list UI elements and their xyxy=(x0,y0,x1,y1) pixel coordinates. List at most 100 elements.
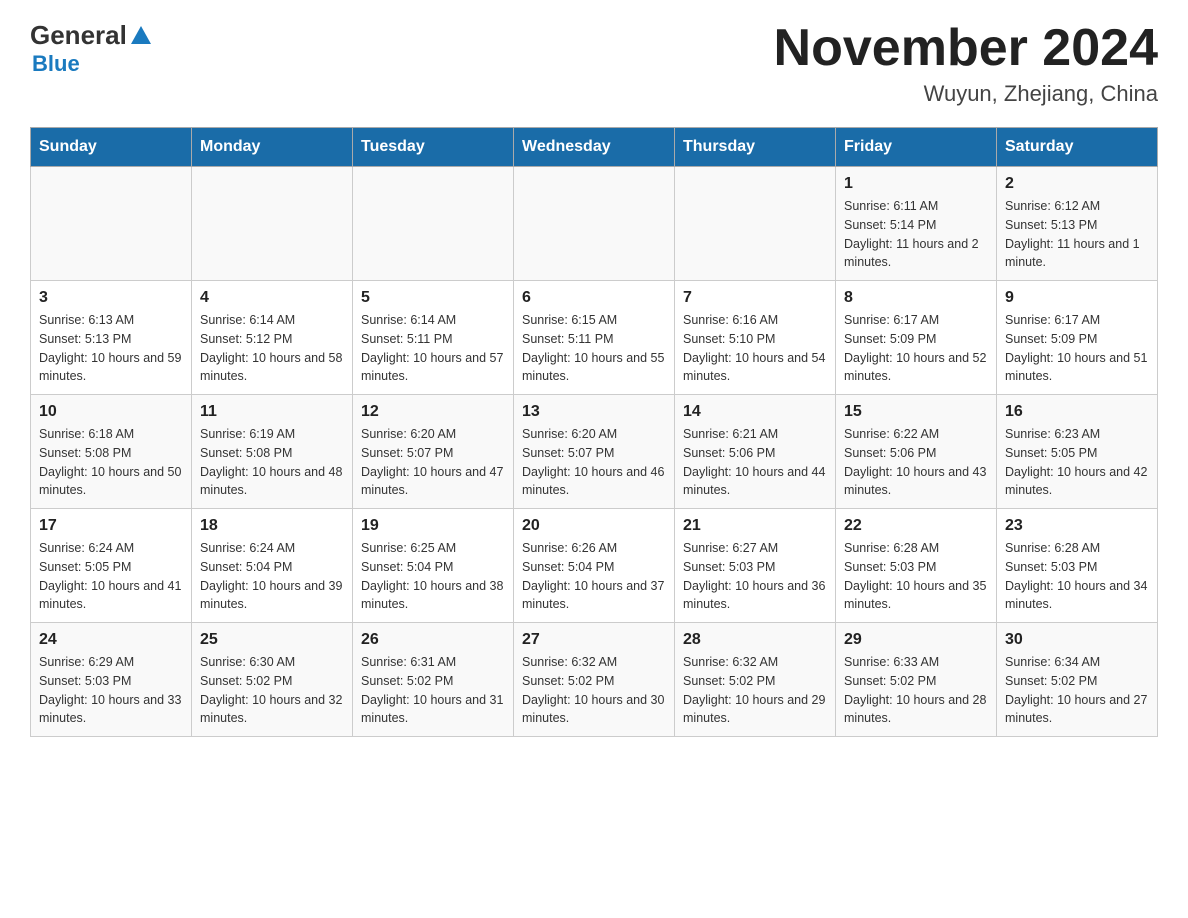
table-row: 7 Sunrise: 6:16 AMSunset: 5:10 PMDaylight… xyxy=(675,281,836,395)
day-info: Sunrise: 6:18 AMSunset: 5:08 PMDaylight:… xyxy=(39,425,183,500)
day-number: 7 xyxy=(683,289,827,307)
day-info: Sunrise: 6:13 AMSunset: 5:13 PMDaylight:… xyxy=(39,311,183,386)
day-number: 9 xyxy=(1005,289,1149,307)
table-row: 25 Sunrise: 6:30 AMSunset: 5:02 PMDayligh… xyxy=(192,623,353,737)
logo-blue-text: Blue xyxy=(32,51,80,77)
table-row: 18 Sunrise: 6:24 AMSunset: 5:04 PMDayligh… xyxy=(192,509,353,623)
table-row: 10 Sunrise: 6:18 AMSunset: 5:08 PMDayligh… xyxy=(31,395,192,509)
day-number: 18 xyxy=(200,517,344,535)
day-number: 8 xyxy=(844,289,988,307)
table-row: 1 Sunrise: 6:11 AMSunset: 5:14 PMDaylight… xyxy=(836,167,997,281)
table-row: 28 Sunrise: 6:32 AMSunset: 5:02 PMDayligh… xyxy=(675,623,836,737)
table-row: 11 Sunrise: 6:19 AMSunset: 5:08 PMDayligh… xyxy=(192,395,353,509)
table-row: 27 Sunrise: 6:32 AMSunset: 5:02 PMDayligh… xyxy=(514,623,675,737)
calendar-week-row: 10 Sunrise: 6:18 AMSunset: 5:08 PMDayligh… xyxy=(31,395,1158,509)
day-number: 3 xyxy=(39,289,183,307)
day-info: Sunrise: 6:32 AMSunset: 5:02 PMDaylight:… xyxy=(522,653,666,728)
table-row: 2 Sunrise: 6:12 AMSunset: 5:13 PMDaylight… xyxy=(997,167,1158,281)
day-number: 11 xyxy=(200,403,344,421)
day-info: Sunrise: 6:31 AMSunset: 5:02 PMDaylight:… xyxy=(361,653,505,728)
day-info: Sunrise: 6:11 AMSunset: 5:14 PMDaylight:… xyxy=(844,197,988,272)
calendar-week-row: 1 Sunrise: 6:11 AMSunset: 5:14 PMDaylight… xyxy=(31,167,1158,281)
day-number: 30 xyxy=(1005,631,1149,649)
day-number: 5 xyxy=(361,289,505,307)
day-number: 20 xyxy=(522,517,666,535)
day-number: 15 xyxy=(844,403,988,421)
col-saturday: Saturday xyxy=(997,128,1158,167)
day-number: 28 xyxy=(683,631,827,649)
col-tuesday: Tuesday xyxy=(353,128,514,167)
table-row xyxy=(353,167,514,281)
calendar-table: Sunday Monday Tuesday Wednesday Thursday… xyxy=(30,127,1158,737)
day-number: 6 xyxy=(522,289,666,307)
logo: General Blue xyxy=(30,20,151,77)
day-info: Sunrise: 6:19 AMSunset: 5:08 PMDaylight:… xyxy=(200,425,344,500)
logo-general-text: General xyxy=(30,20,127,51)
day-info: Sunrise: 6:28 AMSunset: 5:03 PMDaylight:… xyxy=(1005,539,1149,614)
day-info: Sunrise: 6:23 AMSunset: 5:05 PMDaylight:… xyxy=(1005,425,1149,500)
table-row: 15 Sunrise: 6:22 AMSunset: 5:06 PMDayligh… xyxy=(836,395,997,509)
day-number: 2 xyxy=(1005,175,1149,193)
table-row: 17Sunrise: 6:24 AMSunset: 5:05 PMDayligh… xyxy=(31,509,192,623)
table-row: 29Sunrise: 6:33 AMSunset: 5:02 PMDayligh… xyxy=(836,623,997,737)
logo-triangle-icon xyxy=(131,26,151,44)
page-header: General Blue November 2024 Wuyun, Zhejia… xyxy=(30,20,1158,107)
day-info: Sunrise: 6:14 AMSunset: 5:11 PMDaylight:… xyxy=(361,311,505,386)
title-section: November 2024 Wuyun, Zhejiang, China xyxy=(774,20,1158,107)
col-sunday: Sunday xyxy=(31,128,192,167)
calendar-week-row: 3 Sunrise: 6:13 AMSunset: 5:13 PMDaylight… xyxy=(31,281,1158,395)
table-row: 9 Sunrise: 6:17 AMSunset: 5:09 PMDaylight… xyxy=(997,281,1158,395)
day-number: 12 xyxy=(361,403,505,421)
table-row: 30 Sunrise: 6:34 AMSunset: 5:02 PMDayligh… xyxy=(997,623,1158,737)
day-number: 21 xyxy=(683,517,827,535)
calendar-header-row: Sunday Monday Tuesday Wednesday Thursday… xyxy=(31,128,1158,167)
table-row: 22 Sunrise: 6:28 AMSunset: 5:03 PMDayligh… xyxy=(836,509,997,623)
day-info: Sunrise: 6:17 AMSunset: 5:09 PMDaylight:… xyxy=(1005,311,1149,386)
day-info: Sunrise: 6:12 AMSunset: 5:13 PMDaylight:… xyxy=(1005,197,1149,272)
day-info: Sunrise: 6:32 AMSunset: 5:02 PMDaylight:… xyxy=(683,653,827,728)
col-friday: Friday xyxy=(836,128,997,167)
day-number: 23 xyxy=(1005,517,1149,535)
day-info: Sunrise: 6:28 AMSunset: 5:03 PMDaylight:… xyxy=(844,539,988,614)
table-row: 16Sunrise: 6:23 AMSunset: 5:05 PMDayligh… xyxy=(997,395,1158,509)
day-number: 4 xyxy=(200,289,344,307)
day-info: Sunrise: 6:34 AMSunset: 5:02 PMDaylight:… xyxy=(1005,653,1149,728)
day-info: Sunrise: 6:15 AMSunset: 5:11 PMDaylight:… xyxy=(522,311,666,386)
col-wednesday: Wednesday xyxy=(514,128,675,167)
day-info: Sunrise: 6:24 AMSunset: 5:05 PMDaylight:… xyxy=(39,539,183,614)
table-row: 8 Sunrise: 6:17 AMSunset: 5:09 PMDaylight… xyxy=(836,281,997,395)
table-row: 4 Sunrise: 6:14 AMSunset: 5:12 PMDaylight… xyxy=(192,281,353,395)
day-number: 24 xyxy=(39,631,183,649)
day-info: Sunrise: 6:20 AMSunset: 5:07 PMDaylight:… xyxy=(522,425,666,500)
day-number: 14 xyxy=(683,403,827,421)
day-info: Sunrise: 6:22 AMSunset: 5:06 PMDaylight:… xyxy=(844,425,988,500)
day-info: Sunrise: 6:21 AMSunset: 5:06 PMDaylight:… xyxy=(683,425,827,500)
table-row xyxy=(192,167,353,281)
day-info: Sunrise: 6:30 AMSunset: 5:02 PMDaylight:… xyxy=(200,653,344,728)
table-row: 14 Sunrise: 6:21 AMSunset: 5:06 PMDayligh… xyxy=(675,395,836,509)
day-info: Sunrise: 6:14 AMSunset: 5:12 PMDaylight:… xyxy=(200,311,344,386)
day-number: 29 xyxy=(844,631,988,649)
day-number: 1 xyxy=(844,175,988,193)
day-info: Sunrise: 6:27 AMSunset: 5:03 PMDaylight:… xyxy=(683,539,827,614)
day-number: 13 xyxy=(522,403,666,421)
col-thursday: Thursday xyxy=(675,128,836,167)
day-number: 22 xyxy=(844,517,988,535)
table-row: 5 Sunrise: 6:14 AMSunset: 5:11 PMDaylight… xyxy=(353,281,514,395)
table-row: 23 Sunrise: 6:28 AMSunset: 5:03 PMDayligh… xyxy=(997,509,1158,623)
table-row: 6 Sunrise: 6:15 AMSunset: 5:11 PMDaylight… xyxy=(514,281,675,395)
day-number: 25 xyxy=(200,631,344,649)
day-info: Sunrise: 6:16 AMSunset: 5:10 PMDaylight:… xyxy=(683,311,827,386)
table-row: 24Sunrise: 6:29 AMSunset: 5:03 PMDayligh… xyxy=(31,623,192,737)
table-row xyxy=(675,167,836,281)
day-info: Sunrise: 6:26 AMSunset: 5:04 PMDaylight:… xyxy=(522,539,666,614)
location-subtitle: Wuyun, Zhejiang, China xyxy=(774,81,1158,107)
day-info: Sunrise: 6:17 AMSunset: 5:09 PMDaylight:… xyxy=(844,311,988,386)
table-row: 3 Sunrise: 6:13 AMSunset: 5:13 PMDaylight… xyxy=(31,281,192,395)
table-row: 13 Sunrise: 6:20 AMSunset: 5:07 PMDayligh… xyxy=(514,395,675,509)
day-number: 27 xyxy=(522,631,666,649)
day-number: 10 xyxy=(39,403,183,421)
table-row: 26Sunrise: 6:31 AMSunset: 5:02 PMDayligh… xyxy=(353,623,514,737)
table-row xyxy=(514,167,675,281)
day-info: Sunrise: 6:24 AMSunset: 5:04 PMDaylight:… xyxy=(200,539,344,614)
